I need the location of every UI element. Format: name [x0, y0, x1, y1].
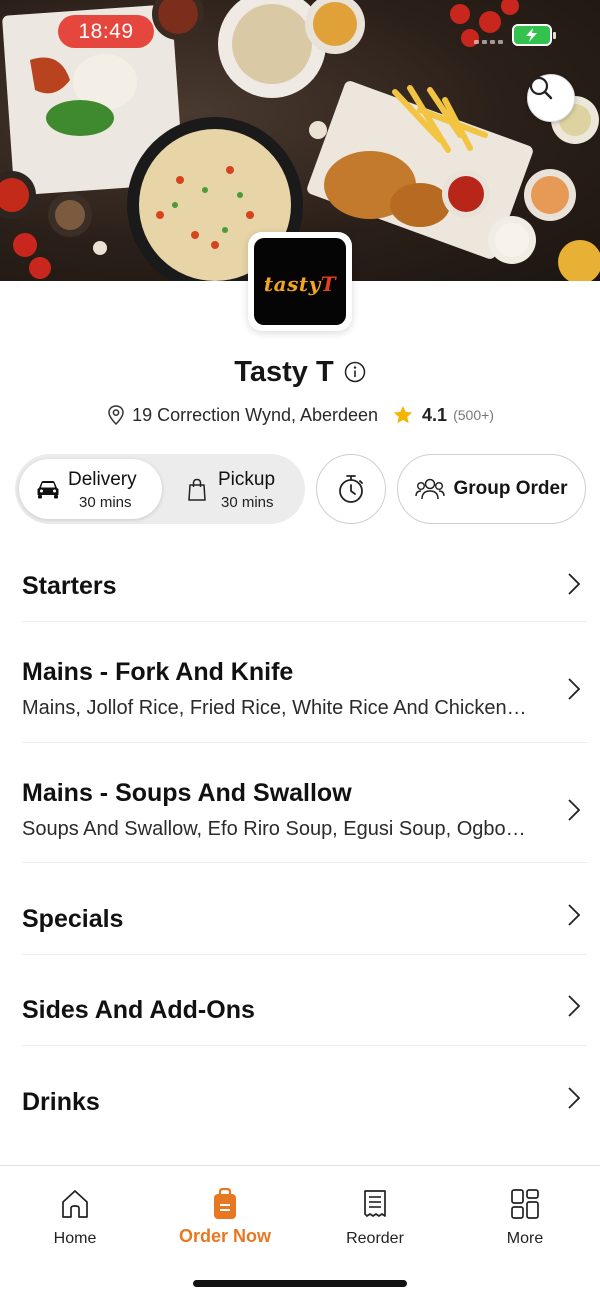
- group-order-label: Group Order: [453, 478, 568, 499]
- menu-category-mains-fork-and-knife[interactable]: Mains - Fork And Knife Mains, Jollof Ric…: [22, 622, 587, 743]
- nav-reorder[interactable]: Reorder: [325, 1188, 425, 1248]
- timer-icon: [339, 475, 363, 503]
- signal-icon: [474, 40, 503, 44]
- menu-category-title: Starters: [22, 572, 117, 600]
- rating-count: (500+): [453, 407, 494, 423]
- status-bar-time: 18:49: [58, 15, 154, 48]
- pickup-label: Pickup: [218, 469, 276, 490]
- order-bag-icon: [214, 1188, 236, 1219]
- delivery-time: 30 mins: [79, 494, 132, 511]
- nav-order-now[interactable]: Order Now: [175, 1188, 275, 1248]
- receipt-icon: [364, 1190, 386, 1217]
- nav-home[interactable]: Home: [25, 1188, 125, 1248]
- restaurant-logo: tastyT: [248, 232, 352, 331]
- menu-category-title: Specials: [22, 905, 124, 933]
- star-icon: [393, 405, 413, 424]
- battery-charging-icon: [512, 24, 556, 46]
- menu-category-drinks[interactable]: Drinks: [22, 1046, 587, 1146]
- menu-category-title: Drinks: [22, 1088, 100, 1116]
- chevron-right-icon: [568, 904, 581, 926]
- menu-category-sides-and-add-ons[interactable]: Sides And Add-Ons: [22, 955, 587, 1046]
- restaurant-title-row: Tasty T: [0, 352, 600, 392]
- menu-category-mains-soups-and-swallow[interactable]: Mains - Soups And Swallow Soups And Swal…: [22, 743, 587, 863]
- chevron-right-icon: [568, 573, 581, 595]
- search-button[interactable]: [527, 74, 575, 122]
- menu-category-title: Mains - Fork And Knife: [22, 658, 294, 686]
- schedule-button[interactable]: [316, 454, 386, 524]
- chevron-right-icon: [568, 995, 581, 1017]
- order-mode-toggle: Delivery 30 mins Pickup 30 mins: [15, 454, 305, 524]
- menu-category-specials[interactable]: Specials: [22, 863, 587, 955]
- grid-icon: [511, 1189, 539, 1219]
- chevron-right-icon: [568, 678, 581, 700]
- delivery-label: Delivery: [68, 469, 137, 490]
- home-indicator-bar: [193, 1280, 407, 1287]
- home-icon: [62, 1190, 88, 1218]
- pickup-option[interactable]: Pickup 30 mins: [175, 459, 300, 519]
- nav-more[interactable]: More: [475, 1188, 575, 1248]
- menu-category-starters[interactable]: Starters: [22, 554, 587, 622]
- nav-home-label: Home: [53, 1230, 97, 1247]
- menu-category-title: Sides And Add-Ons: [22, 996, 255, 1024]
- nav-more-label: More: [506, 1230, 544, 1247]
- restaurant-name: Tasty T: [234, 355, 334, 388]
- nav-order-now-label: Order Now: [178, 1226, 271, 1246]
- menu-category-subtitle: Soups And Swallow, Efo Riro Soup, Egusi …: [22, 818, 532, 840]
- status-bar-indicators: [472, 24, 558, 46]
- shopping-bag-icon: [188, 478, 206, 501]
- search-icon: [529, 76, 553, 100]
- restaurant-meta: 19 Correction Wynd, Aberdeen 4.1 (500+): [0, 400, 600, 430]
- info-icon[interactable]: [344, 361, 366, 383]
- chevron-right-icon: [568, 799, 581, 821]
- restaurant-address: 19 Correction Wynd, Aberdeen: [132, 404, 379, 425]
- group-users-icon: [415, 478, 446, 500]
- location-pin-icon: [108, 405, 124, 426]
- delivery-option[interactable]: Delivery 30 mins: [19, 459, 162, 519]
- car-icon: [37, 481, 59, 499]
- menu-category-subtitle: Mains, Jollof Rice, Fried Rice, White Ri…: [22, 697, 527, 719]
- group-order-button[interactable]: Group Order: [397, 454, 586, 524]
- menu-category-title: Mains - Soups And Swallow: [22, 779, 352, 807]
- bottom-navigation: Home Order Now Reorder More: [0, 1165, 600, 1298]
- rating-value: 4.1: [422, 404, 448, 425]
- nav-reorder-label: Reorder: [346, 1230, 404, 1247]
- pickup-time: 30 mins: [221, 494, 274, 511]
- chevron-right-icon: [568, 1087, 581, 1109]
- logo-wordmark: tastyT: [263, 272, 337, 296]
